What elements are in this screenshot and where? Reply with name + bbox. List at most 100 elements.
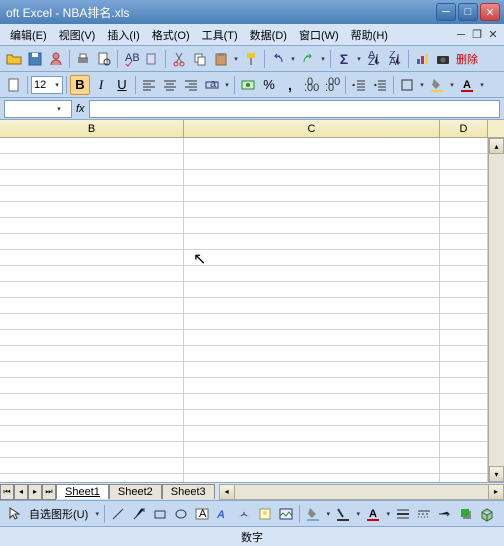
table-row[interactable]	[0, 234, 504, 250]
table-row[interactable]	[0, 138, 504, 154]
dash-style-button[interactable]	[414, 504, 434, 524]
table-row[interactable]	[0, 458, 504, 474]
cell[interactable]	[184, 458, 440, 473]
cell[interactable]	[184, 154, 440, 169]
table-row[interactable]	[0, 218, 504, 234]
cell[interactable]	[0, 234, 184, 249]
arrow-button[interactable]	[129, 504, 149, 524]
cell[interactable]	[0, 474, 184, 482]
spelling-button[interactable]: ABC	[121, 49, 141, 69]
cell[interactable]	[184, 442, 440, 457]
cell[interactable]	[0, 266, 184, 281]
font-color-button[interactable]: A	[457, 75, 477, 95]
table-row[interactable]	[0, 298, 504, 314]
tab-next-button[interactable]: ▸	[28, 484, 42, 500]
table-row[interactable]	[0, 410, 504, 426]
cell[interactable]	[184, 362, 440, 377]
print-button[interactable]	[73, 49, 93, 69]
permissions-button[interactable]	[46, 49, 66, 69]
sheet-tab-2[interactable]: Sheet2	[109, 484, 162, 499]
mdi-restore[interactable]: ❐	[470, 28, 484, 42]
cell[interactable]	[0, 218, 184, 233]
menu-window[interactable]: 窗口(W)	[293, 25, 345, 45]
cell[interactable]	[184, 250, 440, 265]
name-box-dropdown[interactable]: ▾	[55, 105, 63, 113]
scroll-down-button[interactable]: ▾	[489, 466, 504, 482]
table-row[interactable]	[0, 442, 504, 458]
cell[interactable]	[184, 474, 440, 482]
cell[interactable]	[0, 314, 184, 329]
cell[interactable]	[440, 314, 488, 329]
name-box[interactable]: ▾	[4, 100, 72, 118]
table-row[interactable]	[0, 346, 504, 362]
cell[interactable]	[184, 298, 440, 313]
cell[interactable]	[440, 330, 488, 345]
scroll-right-button[interactable]: ▸	[488, 484, 504, 500]
col-header-b[interactable]: B	[0, 120, 184, 137]
cell[interactable]	[440, 426, 488, 441]
cell[interactable]	[440, 442, 488, 457]
cell[interactable]	[440, 186, 488, 201]
cell[interactable]	[0, 154, 184, 169]
grid-body[interactable]	[0, 138, 504, 482]
cell[interactable]	[184, 426, 440, 441]
cell[interactable]	[440, 410, 488, 425]
hscroll-track[interactable]	[235, 484, 488, 500]
minimize-button[interactable]: ─	[436, 3, 456, 21]
redo-button[interactable]	[298, 49, 318, 69]
fontsize-input[interactable]	[34, 79, 54, 91]
align-left-button[interactable]	[139, 75, 159, 95]
cell[interactable]	[0, 346, 184, 361]
mdi-minimize[interactable]: ─	[454, 28, 468, 42]
sheet-tab-3[interactable]: Sheet3	[162, 484, 215, 499]
menu-edit[interactable]: 编辑(E)	[4, 25, 53, 45]
fill-color-draw-button[interactable]	[303, 504, 323, 524]
cell[interactable]	[184, 202, 440, 217]
underline-button[interactable]: U	[112, 75, 132, 95]
mdi-close[interactable]: ✕	[486, 28, 500, 42]
cell[interactable]	[440, 218, 488, 233]
cell[interactable]	[440, 458, 488, 473]
menu-view[interactable]: 视图(V)	[53, 25, 102, 45]
arrow-style-button[interactable]	[435, 504, 455, 524]
cell[interactable]	[440, 298, 488, 313]
draw-fill-dropdown[interactable]: ▾	[324, 510, 332, 518]
cell[interactable]	[184, 394, 440, 409]
new-button[interactable]	[4, 75, 24, 95]
cell[interactable]	[440, 394, 488, 409]
cell[interactable]	[184, 330, 440, 345]
cell[interactable]	[440, 154, 488, 169]
cell[interactable]	[0, 202, 184, 217]
format-painter-button[interactable]	[241, 49, 261, 69]
cut-button[interactable]	[169, 49, 189, 69]
comma-button[interactable]: ,	[280, 75, 300, 95]
fontsize-box[interactable]: ▾	[31, 76, 63, 94]
table-row[interactable]	[0, 202, 504, 218]
rectangle-button[interactable]	[150, 504, 170, 524]
cell[interactable]	[440, 170, 488, 185]
cell[interactable]	[184, 282, 440, 297]
undo-dropdown[interactable]: ▾	[289, 55, 297, 63]
draw-fontcolor-dropdown[interactable]: ▾	[384, 510, 392, 518]
wordart-button[interactable]: A	[213, 504, 233, 524]
col-header-d[interactable]: D	[440, 120, 488, 137]
cell[interactable]	[0, 282, 184, 297]
merge-dropdown[interactable]: ▾	[223, 81, 231, 89]
vertical-scrollbar[interactable]: ▴ ▾	[488, 138, 504, 482]
cell[interactable]	[440, 266, 488, 281]
bold-button[interactable]: B	[70, 75, 90, 95]
horizontal-scrollbar[interactable]: ◂ ▸	[219, 484, 504, 500]
italic-button[interactable]: I	[91, 75, 111, 95]
font-color-draw-button[interactable]: A	[363, 504, 383, 524]
cell[interactable]	[440, 138, 488, 153]
borders-dropdown[interactable]: ▾	[418, 81, 426, 89]
cell[interactable]	[184, 314, 440, 329]
fx-icon[interactable]: fx	[76, 103, 85, 115]
align-right-button[interactable]	[181, 75, 201, 95]
copy-button[interactable]	[190, 49, 210, 69]
cell[interactable]	[184, 234, 440, 249]
fill-dropdown[interactable]: ▾	[448, 81, 456, 89]
cell[interactable]	[440, 234, 488, 249]
paste-dropdown[interactable]: ▾	[232, 55, 240, 63]
table-row[interactable]	[0, 474, 504, 482]
